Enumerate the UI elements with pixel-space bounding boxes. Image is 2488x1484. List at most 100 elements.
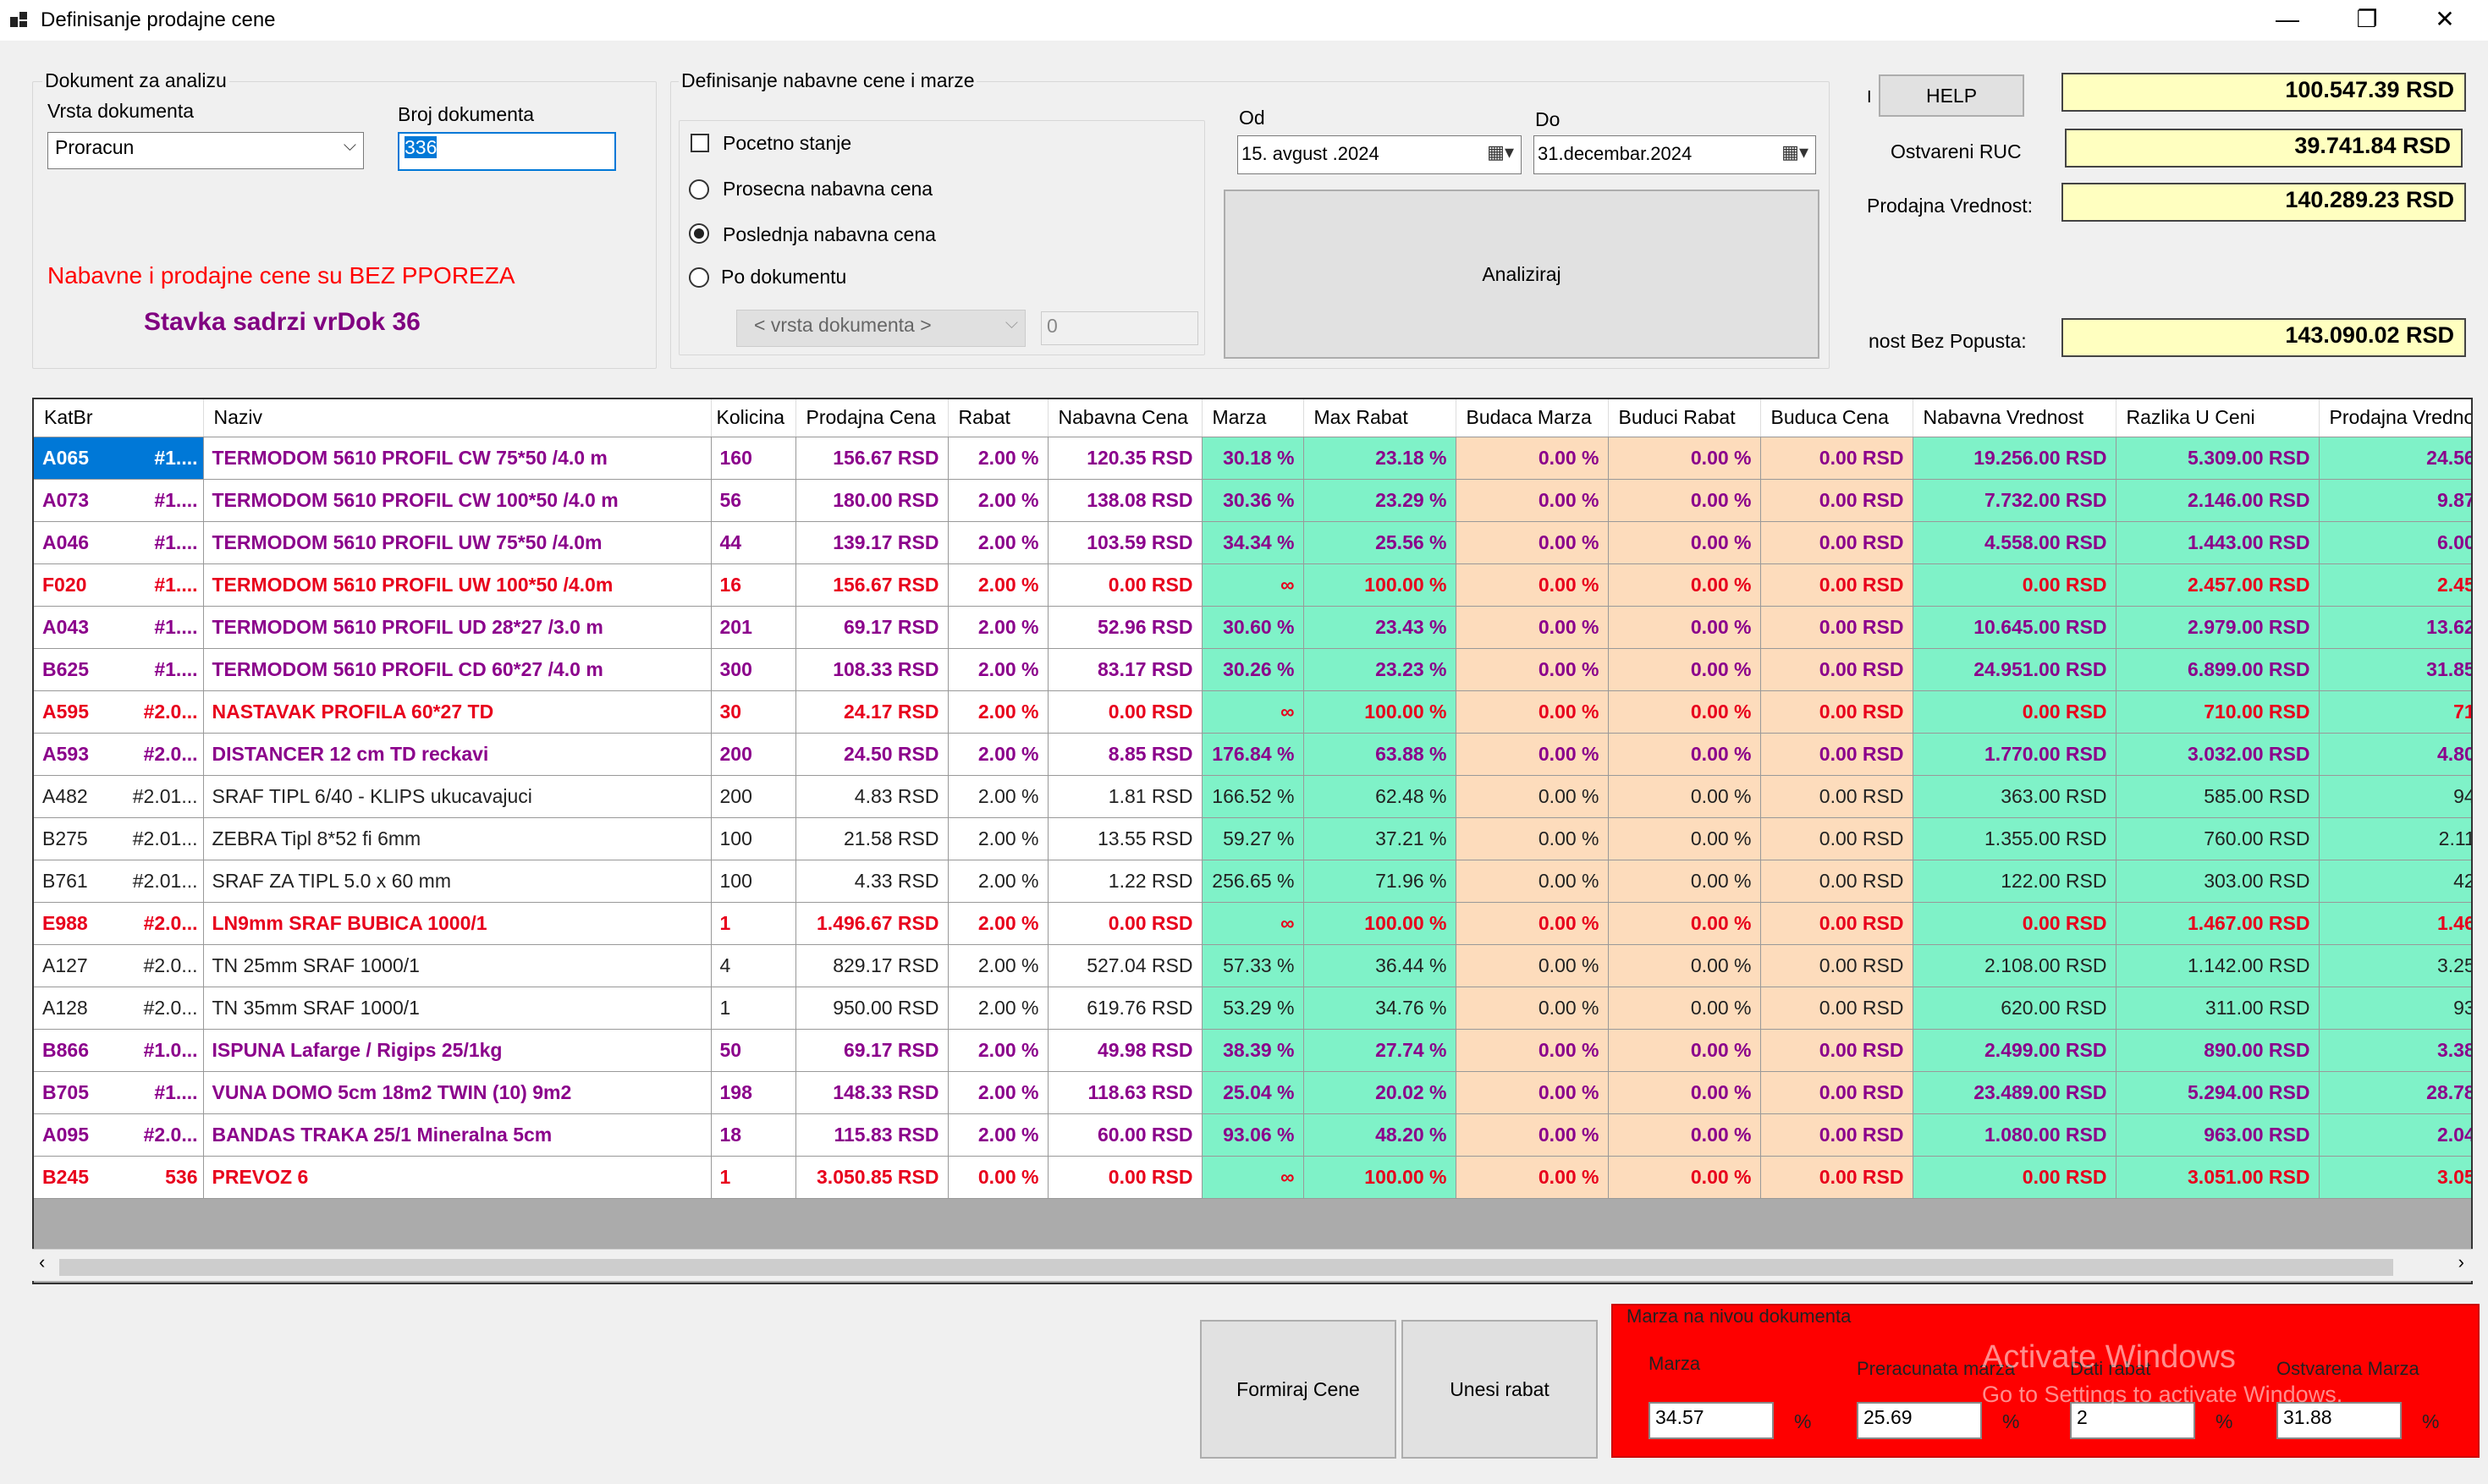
- cell-katbr[interactable]: B245 536: [34, 1156, 204, 1199]
- cell-katbr[interactable]: A095 #2.0...: [34, 1113, 204, 1157]
- cell-budaca-marza[interactable]: 0.00 %: [1456, 437, 1609, 480]
- cell-kolicina[interactable]: 198: [711, 1071, 796, 1114]
- cell-katbr[interactable]: A043 #1....: [34, 606, 204, 649]
- cell-katbr[interactable]: A482 #2.01...: [34, 775, 204, 818]
- cell-buduca-cena[interactable]: 0.00 RSD: [1760, 1113, 1913, 1157]
- cell-razlika-u-ceni[interactable]: 5.294.00 RSD: [2116, 1071, 2320, 1114]
- table-row[interactable]: A127 #2.0... TN 25mm SRAF 1000/1 4 829.17 RS…: [34, 944, 2471, 987]
- cell-razlika-u-ceni[interactable]: 1.443.00 RSD: [2116, 521, 2320, 564]
- cell-max-rabat[interactable]: 25.56 %: [1303, 521, 1456, 564]
- cell-prodajna-vrednost[interactable]: 2.457.00: [2319, 563, 2471, 607]
- cell-marza[interactable]: 38.39 %: [1202, 1029, 1304, 1072]
- col-buduca-cena[interactable]: Buduca Cena: [1760, 399, 1913, 437]
- cell-nabavna-cena[interactable]: 0.00 RSD: [1048, 1156, 1203, 1199]
- cell-naziv[interactable]: SRAF ZA TIPL 5.0 x 60 mm: [203, 860, 712, 903]
- cell-nabavna-vrednost[interactable]: 0.00 RSD: [1913, 1156, 2116, 1199]
- cell-nabavna-cena[interactable]: 0.00 RSD: [1048, 563, 1203, 607]
- table-row[interactable]: A095 #2.0... BANDAS TRAKA 25/1 Mineralna 5…: [34, 1113, 2471, 1157]
- cell-max-rabat[interactable]: 100.00 %: [1303, 902, 1456, 945]
- cell-buduca-cena[interactable]: 0.00 RSD: [1760, 479, 1913, 522]
- col-katbr[interactable]: KatBr: [34, 399, 204, 437]
- col-nabavna-vrednost[interactable]: Nabavna Vrednost: [1913, 399, 2116, 437]
- preracunata-input[interactable]: 25.69: [1857, 1402, 1982, 1439]
- cell-rabat[interactable]: 2.00 %: [948, 1113, 1049, 1157]
- cell-marza[interactable]: 256.65 %: [1202, 860, 1304, 903]
- cell-razlika-u-ceni[interactable]: 1.467.00 RSD: [2116, 902, 2320, 945]
- cell-max-rabat[interactable]: 27.74 %: [1303, 1029, 1456, 1072]
- cell-buduci-rabat[interactable]: 0.00 %: [1608, 1156, 1761, 1199]
- col-razlika-u-ceni[interactable]: Razlika U Ceni: [2116, 399, 2320, 437]
- cell-nabavna-cena[interactable]: 0.00 RSD: [1048, 902, 1203, 945]
- table-row[interactable]: F020 #1.... TERMODOM 5610 PROFIL UW 100*50…: [34, 563, 2471, 607]
- cell-prodajna-vrednost[interactable]: 947.00: [2319, 775, 2471, 818]
- help-button[interactable]: HELP: [1879, 74, 2024, 117]
- cell-buduca-cena[interactable]: 0.00 RSD: [1760, 817, 1913, 860]
- cell-buduca-cena[interactable]: 0.00 RSD: [1760, 1029, 1913, 1072]
- cell-marza[interactable]: 166.52 %: [1202, 775, 1304, 818]
- vrsta-dokumenta-dropdown[interactable]: < vrsta dokumenta > ⌵: [736, 310, 1026, 347]
- cell-rabat[interactable]: 2.00 %: [948, 1071, 1049, 1114]
- col-marza[interactable]: Marza: [1202, 399, 1304, 437]
- table-row[interactable]: A595 #2.0... NASTAVAK PROFILA 60*27 TD 30 24…: [34, 690, 2471, 734]
- cell-buduca-cena[interactable]: 0.00 RSD: [1760, 606, 1913, 649]
- cell-rabat[interactable]: 2.00 %: [948, 690, 1049, 734]
- table-row[interactable]: B245 536 PREVOZ 6 1 3.050.85 RSD 0.00 % 0.00 R…: [34, 1156, 2471, 1199]
- cell-prodajna-cena[interactable]: 4.83 RSD: [795, 775, 949, 818]
- cell-naziv[interactable]: ISPUNA Lafarge / Rigips 25/1kg: [203, 1029, 712, 1072]
- cell-nabavna-vrednost[interactable]: 1.355.00 RSD: [1913, 817, 2116, 860]
- cell-prodajna-vrednost[interactable]: 2.115.00: [2319, 817, 2471, 860]
- table-row[interactable]: A482 #2.01... SRAF TIPL 6/40 - KLIPS ukuca…: [34, 775, 2471, 818]
- cell-nabavna-cena[interactable]: 1.22 RSD: [1048, 860, 1203, 903]
- cell-razlika-u-ceni[interactable]: 1.142.00 RSD: [2116, 944, 2320, 987]
- cell-naziv[interactable]: TERMODOM 5610 PROFIL CD 60*27 /4.0 m: [203, 648, 712, 691]
- col-rabat[interactable]: Rabat: [948, 399, 1049, 437]
- col-max-rabat[interactable]: Max Rabat: [1303, 399, 1456, 437]
- cell-kolicina[interactable]: 100: [711, 817, 796, 860]
- cell-max-rabat[interactable]: 71.96 %: [1303, 860, 1456, 903]
- cell-razlika-u-ceni[interactable]: 5.309.00 RSD: [2116, 437, 2320, 480]
- cell-buduci-rabat[interactable]: 0.00 %: [1608, 733, 1761, 776]
- cell-naziv[interactable]: TERMODOM 5610 PROFIL UW 100*50 /4.0m: [203, 563, 712, 607]
- cell-budaca-marza[interactable]: 0.00 %: [1456, 479, 1609, 522]
- cell-nabavna-vrednost[interactable]: 1.080.00 RSD: [1913, 1113, 2116, 1157]
- cell-buduca-cena[interactable]: 0.00 RSD: [1760, 733, 1913, 776]
- cell-buduci-rabat[interactable]: 0.00 %: [1608, 944, 1761, 987]
- cell-buduci-rabat[interactable]: 0.00 %: [1608, 479, 1761, 522]
- cell-prodajna-cena[interactable]: 829.17 RSD: [795, 944, 949, 987]
- cell-buduca-cena[interactable]: 0.00 RSD: [1760, 987, 1913, 1030]
- calendar-icon[interactable]: ▦▾: [1487, 141, 1514, 163]
- cell-budaca-marza[interactable]: 0.00 %: [1456, 563, 1609, 607]
- cell-buduca-cena[interactable]: 0.00 RSD: [1760, 563, 1913, 607]
- cell-rabat[interactable]: 2.00 %: [948, 563, 1049, 607]
- table-row[interactable]: A593 #2.0... DISTANCER 12 cm TD reckavi 200…: [34, 733, 2471, 776]
- cell-budaca-marza[interactable]: 0.00 %: [1456, 733, 1609, 776]
- cell-naziv[interactable]: PREVOZ 6: [203, 1156, 712, 1199]
- cell-max-rabat[interactable]: 62.48 %: [1303, 775, 1456, 818]
- cell-naziv[interactable]: LN9mm SRAF BUBICA 1000/1: [203, 902, 712, 945]
- cell-prodajna-vrednost[interactable]: 9.878.00: [2319, 479, 2471, 522]
- cell-max-rabat[interactable]: 100.00 %: [1303, 690, 1456, 734]
- cell-buduca-cena[interactable]: 0.00 RSD: [1760, 690, 1913, 734]
- cell-katbr[interactable]: A065 #1....: [34, 437, 204, 480]
- cell-rabat[interactable]: 2.00 %: [948, 944, 1049, 987]
- cell-kolicina[interactable]: 1: [711, 902, 796, 945]
- cell-buduci-rabat[interactable]: 0.00 %: [1608, 817, 1761, 860]
- cell-prodajna-cena[interactable]: 24.50 RSD: [795, 733, 949, 776]
- table-row[interactable]: B625 #1.... TERMODOM 5610 PROFIL CD 60*27 …: [34, 648, 2471, 691]
- cell-kolicina[interactable]: 1: [711, 987, 796, 1030]
- table-row[interactable]: A046 #1.... TERMODOM 5610 PROFIL UW 75*50 …: [34, 521, 2471, 564]
- prosecna-radio[interactable]: [689, 179, 709, 200]
- cell-budaca-marza[interactable]: 0.00 %: [1456, 1156, 1609, 1199]
- cell-rabat[interactable]: 2.00 %: [948, 733, 1049, 776]
- unesi-rabat-button[interactable]: Unesi rabat: [1401, 1320, 1598, 1459]
- cell-kolicina[interactable]: 50: [711, 1029, 796, 1072]
- cell-buduci-rabat[interactable]: 0.00 %: [1608, 775, 1761, 818]
- cell-buduca-cena[interactable]: 0.00 RSD: [1760, 1071, 1913, 1114]
- cell-naziv[interactable]: TERMODOM 5610 PROFIL CW 100*50 /4.0 m: [203, 479, 712, 522]
- cell-nabavna-cena[interactable]: 527.04 RSD: [1048, 944, 1203, 987]
- restore-button[interactable]: ❐: [2331, 0, 2403, 41]
- cell-prodajna-cena[interactable]: 3.050.85 RSD: [795, 1156, 949, 1199]
- cell-nabavna-vrednost[interactable]: 2.108.00 RSD: [1913, 944, 2116, 987]
- cell-prodajna-vrednost[interactable]: 24.565.00: [2319, 437, 2471, 480]
- cell-prodajna-vrednost[interactable]: 3.051.00: [2319, 1156, 2471, 1199]
